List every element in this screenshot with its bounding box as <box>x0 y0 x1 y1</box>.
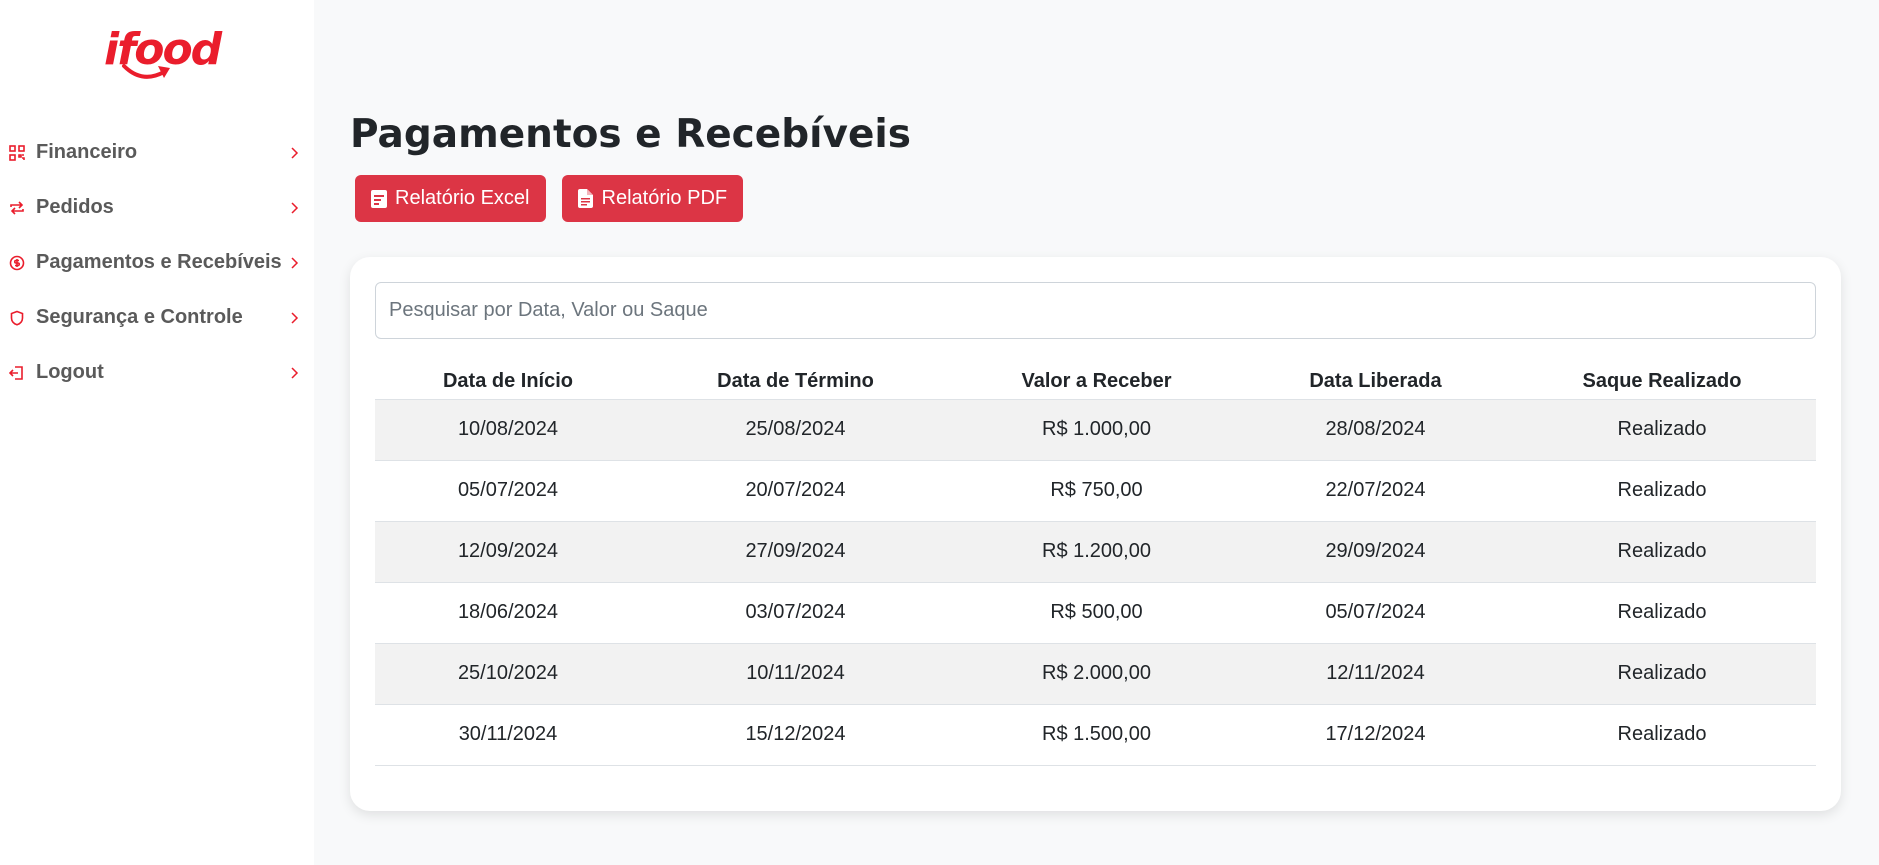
cell-end-date: 27/09/2024 <box>641 521 950 583</box>
column-header-release-date: Data Liberada <box>1243 357 1508 400</box>
excel-report-button[interactable]: Relatório Excel <box>355 175 546 222</box>
cell-withdrawal: Realizado <box>1508 704 1816 766</box>
column-header-withdrawal: Saque Realizado <box>1508 357 1816 400</box>
cell-end-date: 10/11/2024 <box>641 643 950 705</box>
payments-card: Data de Início Data de Término Valor a R… <box>350 257 1841 811</box>
chevron-right-icon <box>288 201 302 215</box>
cell-start-date: 05/07/2024 <box>375 460 641 522</box>
cell-release-date: 28/08/2024 <box>1243 399 1508 461</box>
sidebar-item-label: Pagamentos e Recebíveis <box>36 251 282 273</box>
cell-end-date: 25/08/2024 <box>641 399 950 461</box>
cell-start-date: 18/06/2024 <box>375 582 641 644</box>
qr-grid-icon <box>7 143 27 163</box>
page-title: Pagamentos e Recebíveis <box>350 112 911 157</box>
cell-withdrawal: Realizado <box>1508 643 1816 705</box>
column-header-start-date: Data de Início <box>375 357 641 400</box>
sidebar-item-logout[interactable]: Logout <box>0 345 314 400</box>
chevron-right-icon <box>288 256 302 270</box>
cell-start-date: 10/08/2024 <box>375 399 641 461</box>
cell-end-date: 03/07/2024 <box>641 582 950 644</box>
cell-release-date: 17/12/2024 <box>1243 704 1508 766</box>
cell-withdrawal: Realizado <box>1508 460 1816 522</box>
sidebar-item-label: Pedidos <box>36 196 114 218</box>
sidebar-item-pedidos[interactable]: Pedidos <box>0 180 314 235</box>
sidebar-item-label: Segurança e Controle <box>36 306 243 328</box>
pdf-report-label: Relatório PDF <box>601 187 728 209</box>
dollar-circle-icon <box>7 253 27 273</box>
sidebar-item-label: Financeiro <box>36 141 138 163</box>
pdf-report-button[interactable]: Relatório PDF <box>561 175 744 222</box>
excel-report-label: Relatório Excel <box>395 187 530 209</box>
chevron-right-icon <box>288 366 302 380</box>
cell-amount: R$ 1.000,00 <box>950 399 1243 461</box>
sidebar-item-pagamentos[interactable]: Pagamentos e Recebíveis <box>0 235 314 290</box>
payments-table: Data de Início Data de Término Valor a R… <box>375 357 1816 766</box>
logout-icon <box>7 363 27 383</box>
table-row: 12/09/2024 27/09/2024 R$ 1.200,00 29/09/… <box>375 521 1816 583</box>
cell-release-date: 12/11/2024 <box>1243 643 1508 705</box>
chevron-right-icon <box>288 311 302 325</box>
cell-end-date: 20/07/2024 <box>641 460 950 522</box>
cell-amount: R$ 750,00 <box>950 460 1243 522</box>
table-row: 10/08/2024 25/08/2024 R$ 1.000,00 28/08/… <box>375 399 1816 461</box>
cell-amount: R$ 2.000,00 <box>950 643 1243 705</box>
chevron-right-icon <box>288 146 302 160</box>
cell-withdrawal: Realizado <box>1508 399 1816 461</box>
cell-release-date: 29/09/2024 <box>1243 521 1508 583</box>
cell-amount: R$ 1.500,00 <box>950 704 1243 766</box>
table-row: 05/07/2024 20/07/2024 R$ 750,00 22/07/20… <box>375 460 1816 522</box>
table-row: 30/11/2024 15/12/2024 R$ 1.500,00 17/12/… <box>375 704 1816 766</box>
repeat-arrows-icon <box>7 198 27 218</box>
document-icon <box>577 189 596 209</box>
shield-icon <box>7 308 27 328</box>
column-header-end-date: Data de Término <box>641 357 950 400</box>
sidebar: ifood Financeiro Pedidos Pagamentos e Re… <box>0 0 314 865</box>
app: ifood Financeiro Pedidos Pagamentos e Re… <box>0 0 1879 865</box>
cell-end-date: 15/12/2024 <box>641 704 950 766</box>
main-content: Pagamentos e Recebíveis Relatório Excel … <box>314 0 1879 865</box>
cell-release-date: 05/07/2024 <box>1243 582 1508 644</box>
cell-start-date: 25/10/2024 <box>375 643 641 705</box>
ifood-logo[interactable]: ifood <box>100 24 222 90</box>
table-row: 25/10/2024 10/11/2024 R$ 2.000,00 12/11/… <box>375 643 1816 705</box>
logo-smile-icon <box>122 64 170 79</box>
cell-amount: R$ 500,00 <box>950 582 1243 644</box>
search-input[interactable] <box>375 282 1816 339</box>
cell-start-date: 12/09/2024 <box>375 521 641 583</box>
table-row: 18/06/2024 03/07/2024 R$ 500,00 05/07/20… <box>375 582 1816 644</box>
cell-release-date: 22/07/2024 <box>1243 460 1508 522</box>
table-header-row: Data de Início Data de Término Valor a R… <box>375 357 1816 400</box>
cell-withdrawal: Realizado <box>1508 521 1816 583</box>
sidebar-item-financeiro[interactable]: Financeiro <box>0 125 314 180</box>
spreadsheet-icon <box>371 189 389 209</box>
cell-amount: R$ 1.200,00 <box>950 521 1243 583</box>
sidebar-item-label: Logout <box>36 361 104 383</box>
report-buttons: Relatório Excel Relatório PDF <box>355 175 744 222</box>
cell-withdrawal: Realizado <box>1508 582 1816 644</box>
sidebar-item-seguranca[interactable]: Segurança e Controle <box>0 290 314 345</box>
cell-start-date: 30/11/2024 <box>375 704 641 766</box>
sidebar-nav: Financeiro Pedidos Pagamentos e Recebíve… <box>0 125 314 400</box>
column-header-amount: Valor a Receber <box>950 357 1243 400</box>
